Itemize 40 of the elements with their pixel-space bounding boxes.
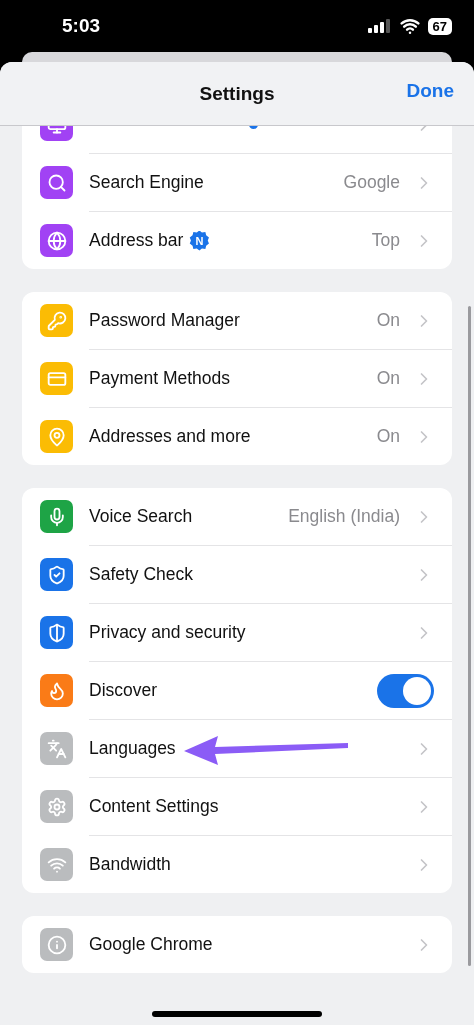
row-label: Safety Check [89, 564, 194, 585]
settings-row[interactable]: Voice Search English (India) [22, 488, 452, 545]
row-label: Payment Methods [89, 368, 231, 389]
settings-row[interactable]: Privacy and security [22, 604, 452, 661]
new-badge: N [189, 230, 210, 251]
signal-icon [367, 19, 392, 33]
row-value: On [376, 368, 400, 389]
settings-row[interactable]: Discover [22, 662, 452, 719]
settings-row[interactable]: Languages [22, 720, 452, 777]
row-label: Search Engine [89, 172, 204, 193]
settings-row[interactable]: Addresses and more On [22, 408, 452, 465]
row-label: Content Settings [89, 796, 219, 817]
row-label: Bandwidth [89, 854, 171, 875]
wifi-icon [399, 16, 420, 36]
row-value: English (India) [288, 506, 400, 527]
row-label: Languages [89, 738, 176, 759]
row-label: Privacy and security [89, 622, 246, 643]
settings-row[interactable]: Safety Check [22, 546, 452, 603]
row-label: Password Manager [89, 310, 240, 331]
row-label: Address bar [89, 230, 184, 251]
row-label: Voice Search [89, 506, 193, 527]
row-value: On [376, 426, 400, 447]
done-button[interactable]: Done [406, 80, 454, 102]
status-time: 5:03 [62, 15, 101, 37]
row-value: Top [371, 230, 400, 251]
settings-row[interactable]: Bandwidth [22, 836, 452, 893]
battery-level: 67 [427, 17, 452, 35]
row-value: Google [343, 172, 400, 193]
row-label: Google Chrome [89, 934, 213, 955]
settings-row[interactable]: Payment Methods On [22, 350, 452, 407]
sheet-title: Settings [199, 82, 275, 105]
row-label: Addresses and more [89, 426, 251, 447]
settings-row[interactable]: Password Manager On [22, 292, 452, 349]
settings-row[interactable]: Google Chrome [22, 916, 452, 973]
row-label: Discover [89, 680, 158, 701]
settings-row[interactable]: Content Settings [22, 778, 452, 835]
settings-row[interactable]: Address bar N Top [22, 212, 452, 269]
discover-toggle[interactable] [377, 673, 434, 708]
row-value: On [376, 310, 400, 331]
settings-row[interactable]: Search Engine Google [22, 154, 452, 211]
